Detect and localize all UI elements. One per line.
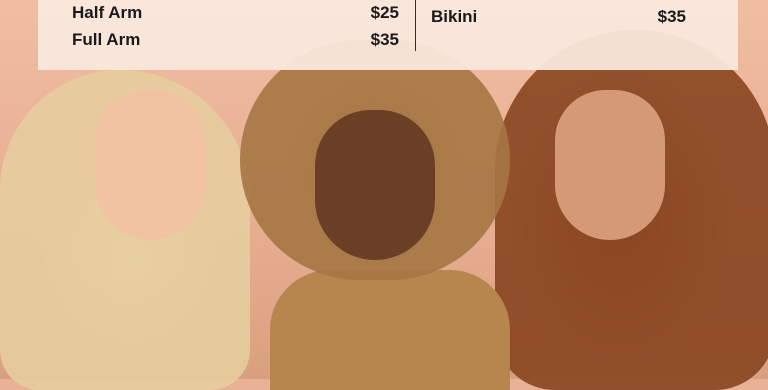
woman-center-face bbox=[315, 110, 435, 260]
service-price: $35 bbox=[657, 7, 686, 26]
woman-left-face bbox=[95, 90, 205, 240]
service-price: $35 bbox=[370, 30, 399, 49]
column-divider bbox=[415, 0, 416, 51]
service-name: Half Arm bbox=[72, 3, 143, 22]
woman-right-face bbox=[555, 90, 665, 240]
woman-center-jacket bbox=[270, 270, 510, 390]
service-name: Full Arm bbox=[72, 30, 141, 49]
service-name: Bikini bbox=[431, 7, 478, 26]
service-price: $25 bbox=[370, 3, 399, 22]
price-list-panel: Half Arm $25 Full Arm $35 Bikini $35 bbox=[38, 0, 738, 70]
